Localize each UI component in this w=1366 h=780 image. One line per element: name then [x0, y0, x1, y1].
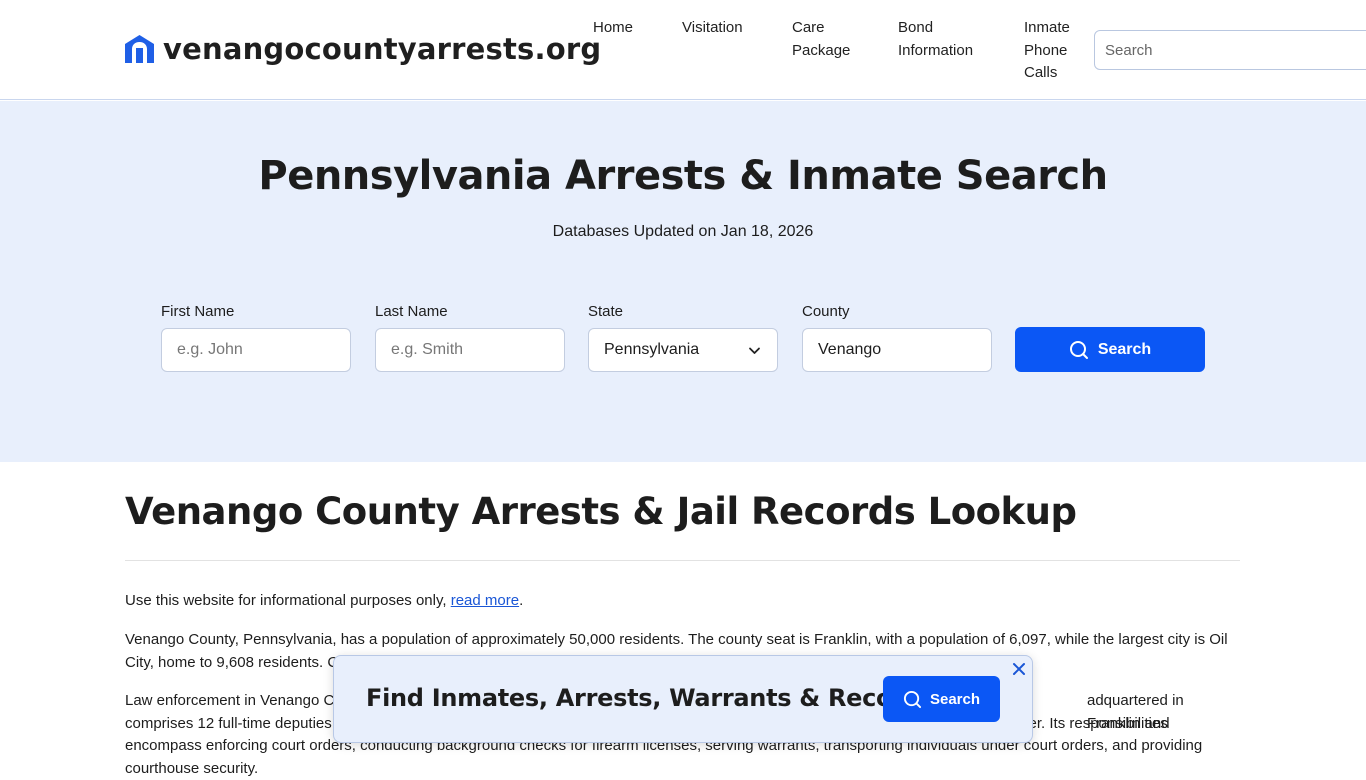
county-input-value: Venango	[818, 341, 881, 359]
popup-heading: Find Inmates, Arrests, Warrants & Record…	[366, 684, 935, 712]
nav-visitation[interactable]: Visitation	[682, 17, 743, 40]
chevron-down-icon	[748, 344, 761, 357]
site-name: venangocountyarrests.org	[163, 32, 601, 66]
page-title: Venango County Arrests & Jail Records Lo…	[125, 490, 1076, 533]
search-icon	[1069, 340, 1089, 360]
last-name-label: Last Name	[375, 303, 448, 320]
read-more-link[interactable]: read more	[451, 592, 519, 609]
law-text-3: comprises 12 full-time deputies	[125, 715, 332, 732]
nav-inmate-phone-calls[interactable]: Inmate Phone Calls	[1024, 17, 1070, 85]
header-search-input[interactable]	[1094, 30, 1366, 70]
nav-home[interactable]: Home	[593, 17, 633, 40]
database-updated-text: Databases Updated on Jan 18, 2026	[0, 223, 1366, 241]
hero-search-section: Pennsylvania Arrests & Inmate Search Dat…	[0, 101, 1366, 462]
search-promo-popup: Find Inmates, Arrests, Warrants & Record…	[333, 655, 1033, 743]
disclaimer-end: .	[519, 592, 523, 609]
popup-search-button-label: Search	[930, 691, 980, 708]
hero-title: Pennsylvania Arrests & Inmate Search	[0, 153, 1366, 199]
state-label: State	[588, 303, 623, 320]
last-name-input[interactable]	[375, 328, 565, 372]
close-icon[interactable]	[1011, 661, 1027, 677]
law-text-6: courthouse security.	[125, 758, 1240, 780]
disclaimer-paragraph: Use this website for informational purpo…	[125, 590, 1240, 613]
nav-bond-information[interactable]: Bond Information	[898, 17, 973, 62]
state-select[interactable]: Pennsylvania	[588, 328, 778, 372]
county-input[interactable]: Venango	[802, 328, 992, 372]
popup-search-button[interactable]: Search	[883, 676, 1000, 722]
search-icon	[903, 690, 922, 709]
first-name-input[interactable]	[161, 328, 351, 372]
divider	[125, 560, 1240, 561]
county-label: County	[802, 303, 850, 320]
nav-care-package[interactable]: Care Package	[792, 17, 850, 62]
law-text-1: Law enforcement in Venango C	[125, 692, 334, 709]
hero-search-button[interactable]: Search	[1015, 327, 1205, 372]
hero-search-button-label: Search	[1098, 341, 1151, 359]
state-select-value: Pennsylvania	[604, 341, 699, 359]
first-name-label: First Name	[161, 303, 234, 320]
house-logo-icon	[124, 34, 155, 64]
site-logo[interactable]: venangocountyarrests.org	[124, 32, 601, 66]
site-header: venangocountyarrests.org Home Visitation…	[0, 0, 1366, 100]
disclaimer-text: Use this website for informational purpo…	[125, 592, 451, 609]
law-text-4: nter. Its responsibilities	[1016, 713, 1168, 736]
